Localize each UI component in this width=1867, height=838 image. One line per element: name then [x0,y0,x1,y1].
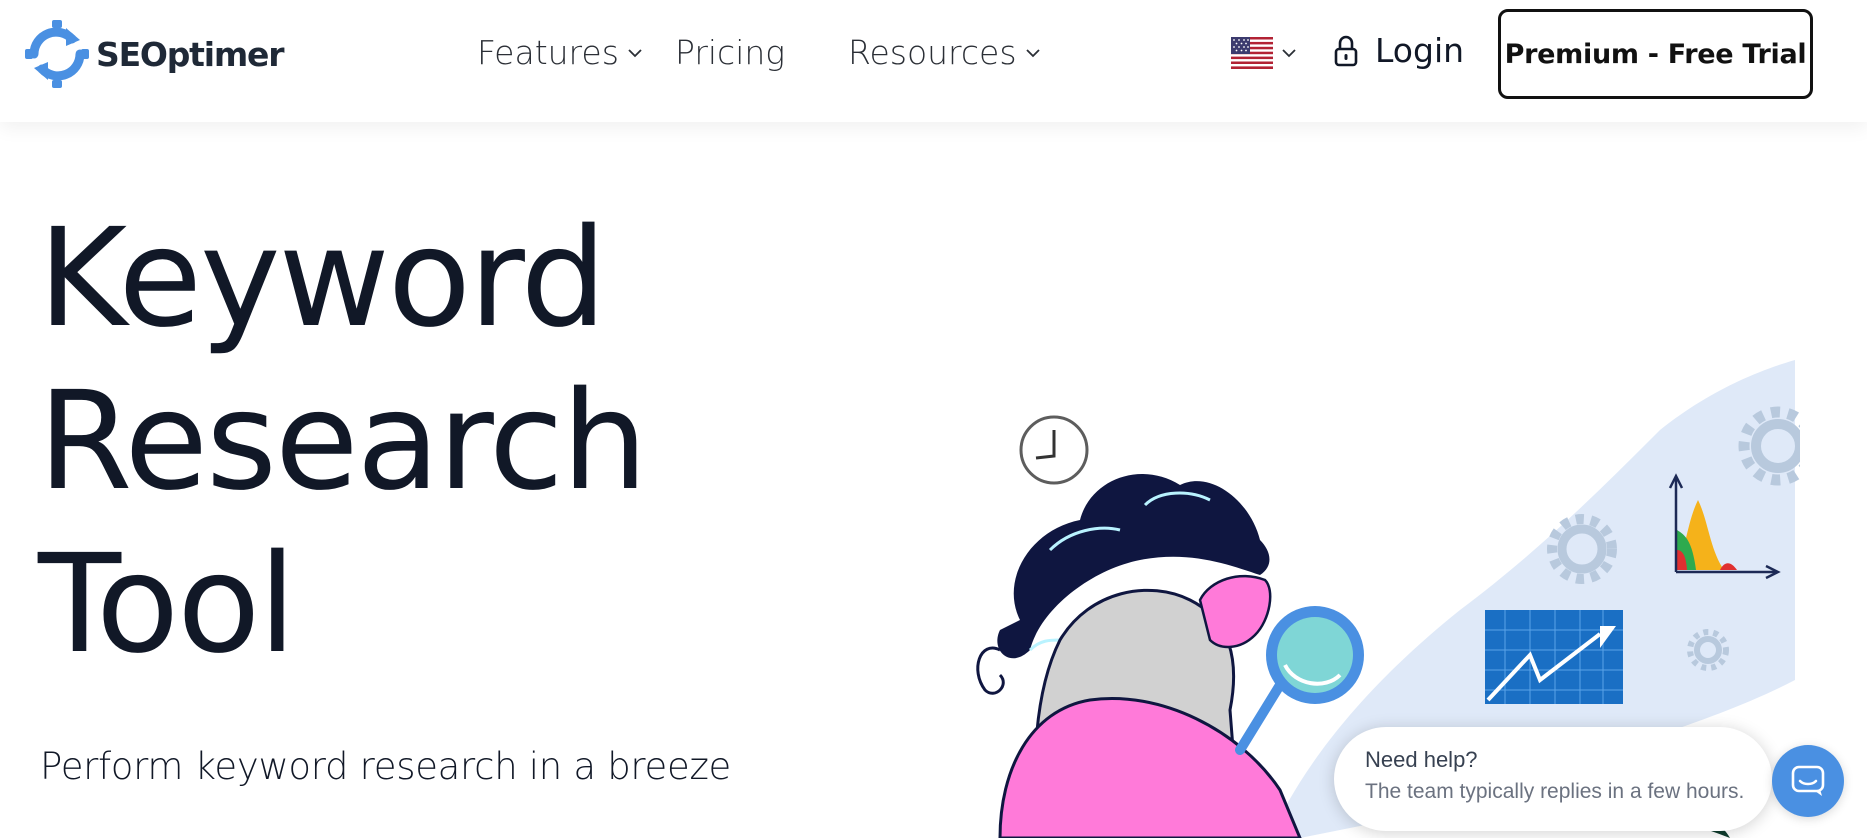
nav-pricing[interactable]: Pricing [675,33,785,72]
chat-message: The team typically replies in a few hour… [1365,780,1745,803]
nav-pricing-label: Pricing [675,33,786,72]
title-line-3: Tool [38,526,296,684]
chat-title: Need help? [1365,747,1478,772]
title-line-1: Keyword [38,200,607,358]
refresh-gear-logo-icon [25,20,89,88]
site-header: SEOptimer Features Pricing Resources Log… [0,0,1867,122]
premium-free-trial-button[interactable]: Premium - Free Trial [1498,9,1813,99]
brand-name: SEOptimer [96,34,285,74]
chat-launcher-button[interactable] [1772,745,1844,817]
nav-features-label: Features [477,33,619,72]
trend-chart-icon [1485,610,1623,704]
chevron-down-icon [1282,49,1296,58]
chevron-down-icon [628,48,642,57]
chat-help-bubble[interactable]: Need help? The team typically replies in… [1334,727,1772,831]
login-label: Login [1375,31,1465,70]
language-selector[interactable] [1231,37,1297,69]
face [1198,574,1272,649]
page-title: Keyword Research Tool [32,198,650,687]
hair-strand [976,646,1005,695]
chevron-down-icon [1025,48,1040,57]
nav-resources-label: Resources [848,33,1017,72]
hero-subtitle: Perform keyword research in a breeze [40,745,732,788]
nav-features[interactable]: Features [477,33,643,72]
title-line-2-highlighted: Research [32,361,650,524]
brand-logo[interactable]: SEOptimer [22,18,285,90]
chat-icon [1791,765,1825,796]
nav-resources[interactable]: Resources [848,33,1041,72]
clock-icon [1019,415,1089,485]
login-link[interactable]: Login [1333,31,1464,70]
us-flag-icon [1231,37,1273,69]
lock-icon [1334,35,1358,66]
